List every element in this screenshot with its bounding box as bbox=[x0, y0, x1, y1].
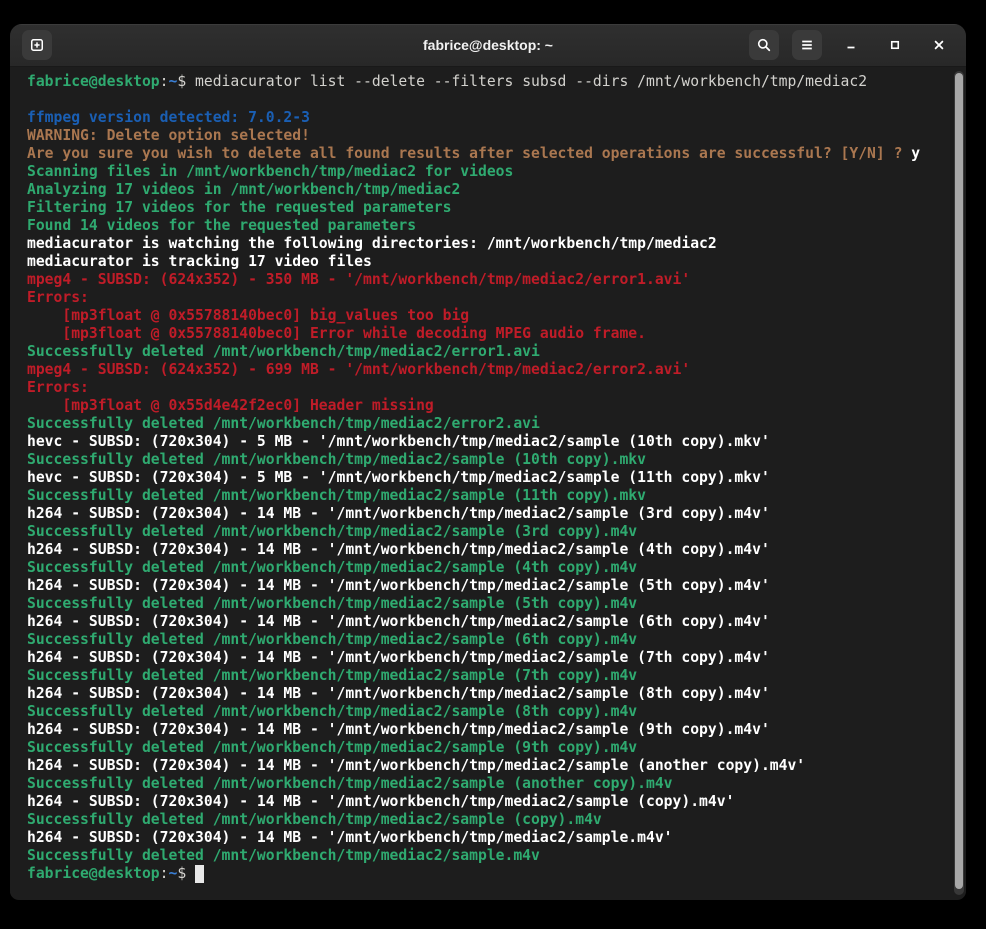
terminal-line: Successfully deleted /mnt/workbench/tmp/… bbox=[27, 667, 954, 685]
terminal-line: h264 - SUBSD: (720x304) - 14 MB - '/mnt/… bbox=[27, 613, 954, 631]
terminal-line: h264 - SUBSD: (720x304) - 14 MB - '/mnt/… bbox=[27, 577, 954, 595]
terminal-line: Scanning files in /mnt/workbench/tmp/med… bbox=[27, 163, 954, 181]
terminal-screen[interactable]: fabrice@desktop:~$ mediacurator list --d… bbox=[10, 67, 966, 899]
maximize-button[interactable] bbox=[880, 30, 910, 60]
terminal-line: h264 - SUBSD: (720x304) - 14 MB - '/mnt/… bbox=[27, 541, 954, 559]
terminal-line: h264 - SUBSD: (720x304) - 14 MB - '/mnt/… bbox=[27, 721, 954, 739]
scrollbar[interactable] bbox=[954, 71, 964, 895]
terminal-line: Successfully deleted /mnt/workbench/tmp/… bbox=[27, 415, 954, 433]
terminal-line: Successfully deleted /mnt/workbench/tmp/… bbox=[27, 847, 954, 865]
terminal-line: Successfully deleted /mnt/workbench/tmp/… bbox=[27, 811, 954, 829]
terminal-line: Successfully deleted /mnt/workbench/tmp/… bbox=[27, 631, 954, 649]
terminal-cursor bbox=[195, 865, 204, 883]
new-tab-icon bbox=[29, 37, 45, 53]
terminal-line: Successfully deleted /mnt/workbench/tmp/… bbox=[27, 739, 954, 757]
terminal-line: [mp3float @ 0x55d4e42f2ec0] Header missi… bbox=[27, 397, 954, 415]
titlebar-controls bbox=[749, 30, 954, 60]
terminal-line: h264 - SUBSD: (720x304) - 14 MB - '/mnt/… bbox=[27, 505, 954, 523]
terminal-line: Successfully deleted /mnt/workbench/tmp/… bbox=[27, 523, 954, 541]
terminal-line: Successfully deleted /mnt/workbench/tmp/… bbox=[27, 703, 954, 721]
minimize-button[interactable] bbox=[836, 30, 866, 60]
terminal-line: hevc - SUBSD: (720x304) - 5 MB - '/mnt/w… bbox=[27, 433, 954, 451]
scrollbar-thumb[interactable] bbox=[955, 73, 963, 889]
terminal-line: Successfully deleted /mnt/workbench/tmp/… bbox=[27, 595, 954, 613]
terminal-line bbox=[27, 91, 954, 109]
terminal-output: fabrice@desktop:~$ mediacurator list --d… bbox=[10, 67, 966, 883]
terminal-line: [mp3float @ 0x55788140bec0] Error while … bbox=[27, 325, 954, 343]
minimize-icon bbox=[843, 37, 859, 53]
terminal-line: mpeg4 - SUBSD: (624x352) - 699 MB - '/mn… bbox=[27, 361, 954, 379]
terminal-window: fabrice@desktop: ~ bbox=[10, 24, 966, 900]
close-icon bbox=[931, 37, 947, 53]
terminal-line: Found 14 videos for the requested parame… bbox=[27, 217, 954, 235]
terminal-line: h264 - SUBSD: (720x304) - 14 MB - '/mnt/… bbox=[27, 829, 954, 847]
terminal-line: h264 - SUBSD: (720x304) - 14 MB - '/mnt/… bbox=[27, 793, 954, 811]
terminal-line: h264 - SUBSD: (720x304) - 14 MB - '/mnt/… bbox=[27, 757, 954, 775]
terminal-line: fabrice@desktop:~$ mediacurator list --d… bbox=[27, 73, 954, 91]
terminal-line: Successfully deleted /mnt/workbench/tmp/… bbox=[27, 559, 954, 577]
terminal-line: Errors: bbox=[27, 379, 954, 397]
terminal-line: Successfully deleted /mnt/workbench/tmp/… bbox=[27, 451, 954, 469]
terminal-line: Successfully deleted /mnt/workbench/tmp/… bbox=[27, 343, 954, 361]
search-icon bbox=[756, 37, 772, 53]
terminal-line: Successfully deleted /mnt/workbench/tmp/… bbox=[27, 775, 954, 793]
terminal-line: Are you sure you wish to delete all foun… bbox=[27, 145, 954, 163]
hamburger-menu-icon bbox=[799, 37, 815, 53]
terminal-line: WARNING: Delete option selected! bbox=[27, 127, 954, 145]
close-button[interactable] bbox=[924, 30, 954, 60]
terminal-line: mpeg4 - SUBSD: (624x352) - 350 MB - '/mn… bbox=[27, 271, 954, 289]
terminal-line: mediacurator is tracking 17 video files bbox=[27, 253, 954, 271]
titlebar: fabrice@desktop: ~ bbox=[10, 24, 966, 67]
terminal-line: Analyzing 17 videos in /mnt/workbench/tm… bbox=[27, 181, 954, 199]
terminal-line: Successfully deleted /mnt/workbench/tmp/… bbox=[27, 487, 954, 505]
terminal-line: Filtering 17 videos for the requested pa… bbox=[27, 199, 954, 217]
terminal-line: h264 - SUBSD: (720x304) - 14 MB - '/mnt/… bbox=[27, 649, 954, 667]
search-button[interactable] bbox=[749, 30, 779, 60]
terminal-line: hevc - SUBSD: (720x304) - 5 MB - '/mnt/w… bbox=[27, 469, 954, 487]
terminal-line: [mp3float @ 0x55788140bec0] big_values t… bbox=[27, 307, 954, 325]
terminal-line: mediacurator is watching the following d… bbox=[27, 235, 954, 253]
menu-button[interactable] bbox=[792, 30, 822, 60]
new-tab-button[interactable] bbox=[22, 30, 52, 60]
terminal-line: h264 - SUBSD: (720x304) - 14 MB - '/mnt/… bbox=[27, 685, 954, 703]
terminal-line: Errors: bbox=[27, 289, 954, 307]
terminal-line: fabrice@desktop:~$ bbox=[27, 865, 954, 883]
terminal-line: ffmpeg version detected: 7.0.2-3 bbox=[27, 109, 954, 127]
maximize-icon bbox=[887, 37, 903, 53]
